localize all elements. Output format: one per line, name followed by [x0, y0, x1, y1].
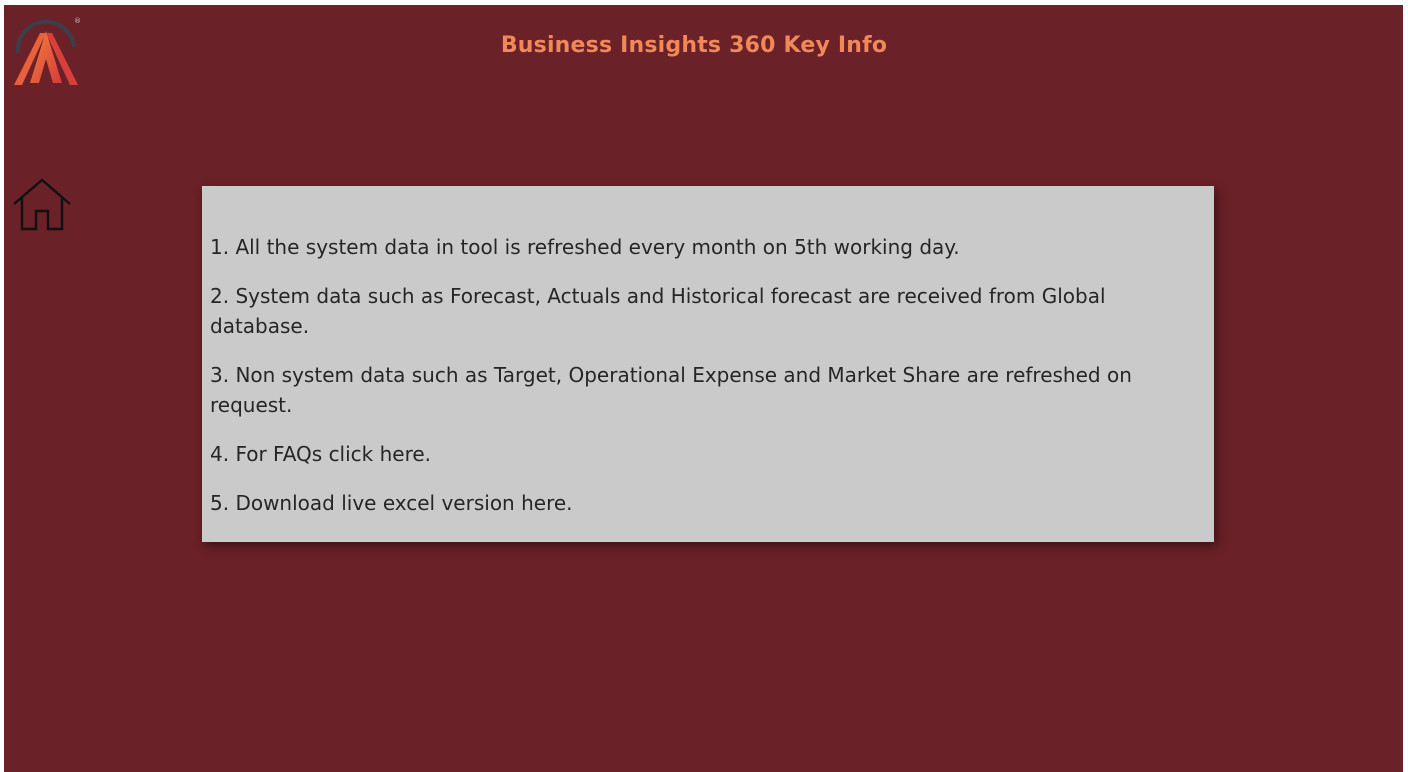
info-item-refresh-schedule: 1. All the system data in tool is refres… — [210, 235, 960, 259]
download-excel-link[interactable]: 5. Download live excel version here. — [210, 488, 1154, 518]
registered-mark: ® — [74, 17, 81, 25]
report-canvas: ® Business Insights 360 Key Info 1. All … — [4, 5, 1403, 772]
page-title: Business Insights 360 Key Info — [500, 33, 888, 58]
info-list: 1. All the system data in tool is refres… — [202, 186, 1214, 518]
home-icon[interactable] — [12, 177, 72, 231]
info-item-system-data: 2. System data such as Forecast, Actuals… — [210, 284, 1106, 338]
faq-link[interactable]: 4. For FAQs click here. — [210, 439, 1154, 469]
key-info-panel: 1. All the system data in tool is refres… — [202, 186, 1214, 542]
info-item-non-system-data: 3. Non system data such as Target, Opera… — [210, 363, 1132, 417]
